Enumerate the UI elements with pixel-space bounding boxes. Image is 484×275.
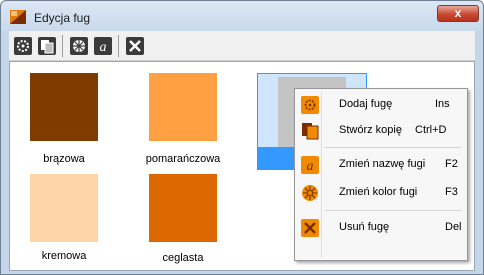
menu-item-label: Dodaj fugę bbox=[339, 98, 393, 110]
toolbar-separator bbox=[62, 35, 63, 57]
swatch-label: kremowa bbox=[41, 250, 87, 262]
menu-item-shortcut: F2 bbox=[445, 158, 458, 170]
edit-grout-window: Edycja fug x a brązowa pomarańczowa krem… bbox=[0, 0, 484, 275]
close-button[interactable]: x bbox=[437, 5, 479, 22]
menu-separator bbox=[325, 147, 461, 148]
menu-item-change-color[interactable]: Zmień kolor fugi F3 bbox=[297, 181, 465, 205]
copy-icon[interactable] bbox=[37, 36, 57, 56]
menu-item-shortcut: Del bbox=[445, 221, 462, 233]
delete-icon bbox=[301, 219, 319, 237]
swatch-ceglasta[interactable] bbox=[149, 174, 217, 242]
menu-item-copy[interactable]: Stwórz kopię Ctrl+D bbox=[297, 119, 465, 143]
svg-text:a: a bbox=[100, 40, 107, 55]
color-icon bbox=[302, 185, 318, 201]
menu-item-shortcut: Ins bbox=[435, 98, 450, 110]
context-menu: Dodaj fugę Ins Stwórz kopię Ctrl+D a Zmi… bbox=[294, 88, 468, 261]
swatch-brazowa[interactable] bbox=[30, 73, 98, 141]
rename-icon: a bbox=[301, 156, 319, 174]
delete-icon[interactable] bbox=[125, 36, 145, 56]
copy-icon bbox=[302, 123, 319, 140]
menu-item-shortcut: Ctrl+D bbox=[415, 124, 447, 136]
swatch-label: brązowa bbox=[43, 153, 85, 165]
toolbar-separator bbox=[118, 35, 119, 57]
menu-separator bbox=[325, 210, 461, 211]
menu-item-add-grout[interactable]: Dodaj fugę Ins bbox=[297, 93, 465, 117]
window-title: Edycja fug bbox=[34, 11, 91, 25]
menu-item-shortcut: F3 bbox=[445, 186, 458, 198]
menu-item-rename[interactable]: a Zmień nazwę fugi F2 bbox=[297, 153, 465, 177]
add-grout-icon[interactable] bbox=[13, 36, 33, 56]
menu-item-label: Zmień kolor fugi bbox=[339, 186, 418, 198]
toolbar: a bbox=[9, 31, 475, 61]
swatch-pomaranczowa[interactable] bbox=[149, 73, 217, 141]
menu-item-delete[interactable]: Usuń fugę Del bbox=[297, 216, 465, 240]
menu-item-label: Zmień nazwę fugi bbox=[339, 158, 426, 170]
app-icon bbox=[10, 10, 26, 24]
swatch-label: pomarańczowa bbox=[145, 153, 221, 165]
menu-item-label: Usuń fugę bbox=[339, 221, 390, 233]
color-icon[interactable] bbox=[69, 36, 89, 56]
svg-text:a: a bbox=[307, 159, 314, 174]
window-frame bbox=[1, 63, 7, 273]
swatch-label: ceglasta bbox=[162, 252, 204, 264]
swatch-kremowa[interactable] bbox=[30, 174, 98, 242]
rename-icon[interactable]: a bbox=[93, 36, 113, 56]
menu-item-label: Stwórz kopię bbox=[339, 124, 402, 136]
add-grout-icon bbox=[301, 96, 319, 114]
title-bar: Edycja fug x bbox=[1, 1, 483, 31]
